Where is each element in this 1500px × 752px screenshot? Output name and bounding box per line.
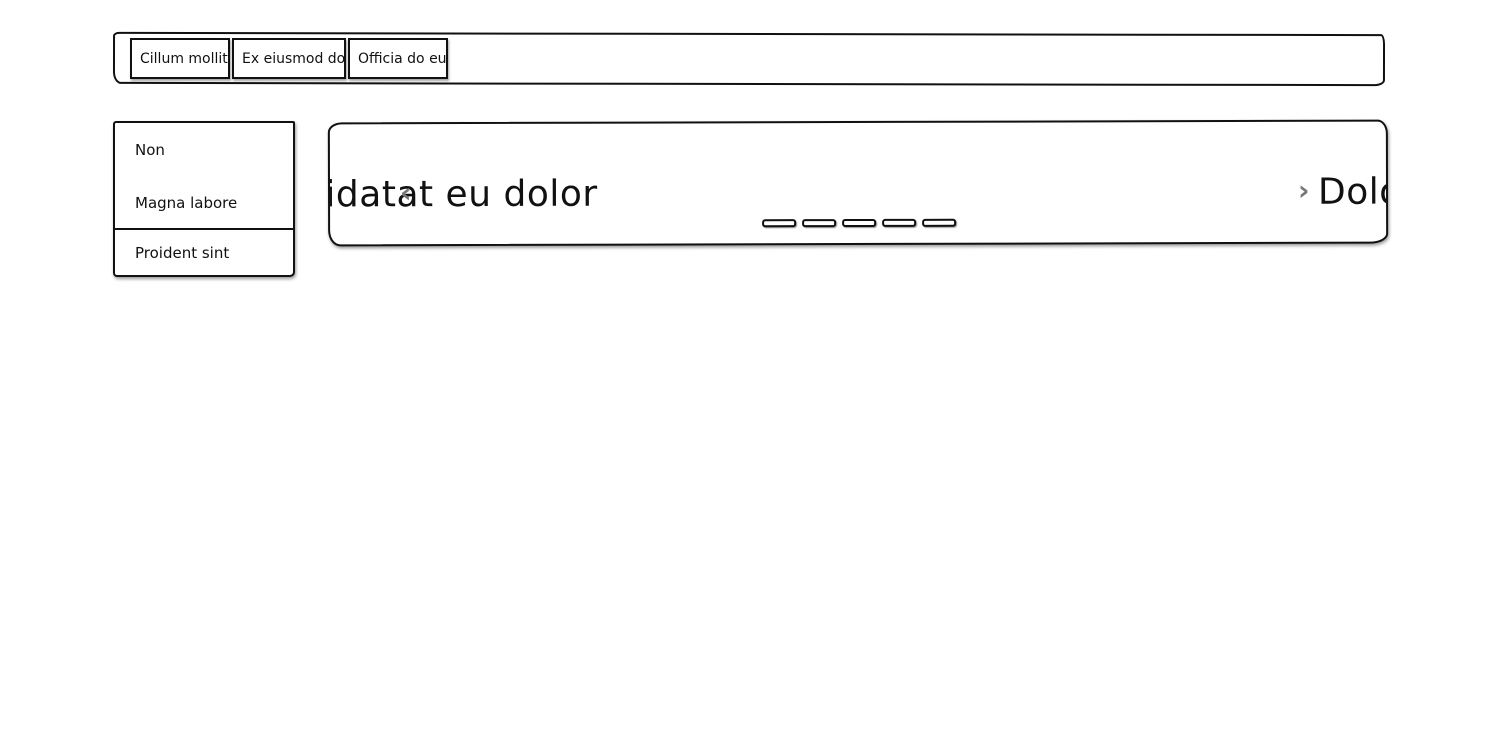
sidebar-list: Non Magna labore Proident sint	[113, 121, 295, 277]
carousel-indicator-5[interactable]	[922, 218, 957, 227]
nav-tab-cillum-mollit[interactable]: Cillum mollit	[130, 38, 230, 79]
carousel-indicator-1[interactable]	[762, 219, 797, 228]
carousel-indicator-4[interactable]	[882, 218, 917, 227]
sidebar-item-magna-labore[interactable]: Magna labore	[135, 194, 237, 212]
carousel: pidatat eu dolor Dolo ‹ ›	[327, 119, 1389, 247]
sidebar-divider	[115, 228, 293, 230]
nav-tabs: Cillum mollit Ex eiusmod do Officia do e…	[130, 38, 448, 79]
carousel-slide-text-next: Dolo	[1317, 171, 1389, 213]
nav-tab-ex-eiusmod-do[interactable]: Ex eiusmod do	[232, 38, 346, 79]
carousel-indicators	[762, 218, 957, 228]
sidebar-item-proident-sint[interactable]: Proident sint	[135, 244, 229, 262]
chevron-right-icon[interactable]: ›	[1298, 174, 1310, 207]
sidebar-item-non[interactable]: Non	[135, 141, 165, 159]
carousel-indicator-3[interactable]	[842, 218, 877, 228]
nav-tab-officia-do-eu[interactable]: Officia do eu	[348, 38, 448, 79]
carousel-indicator-2[interactable]	[802, 219, 837, 228]
chevron-left-icon[interactable]: ‹	[400, 176, 412, 209]
carousel-slide-text-current: pidatat eu dolor	[327, 173, 598, 216]
